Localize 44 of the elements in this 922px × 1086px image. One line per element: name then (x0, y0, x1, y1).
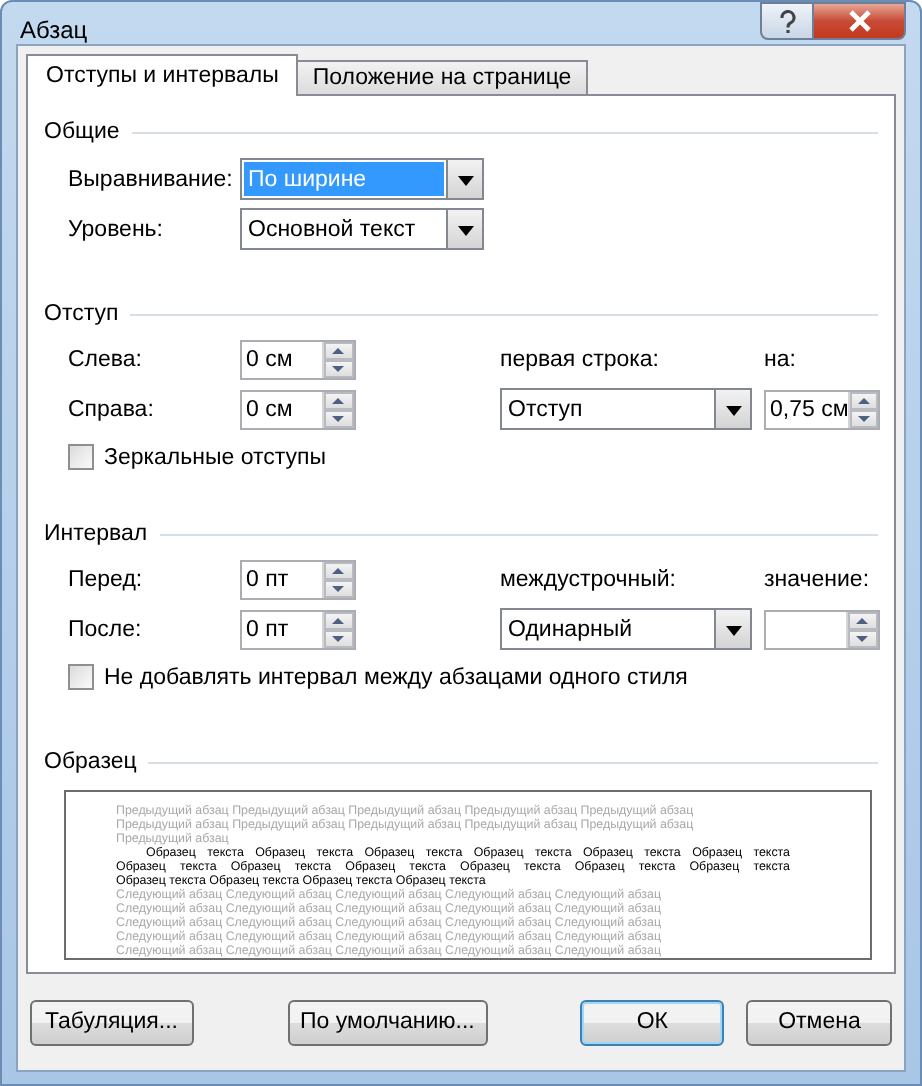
window-title: Абзац (20, 16, 88, 44)
field-label: Слева: (68, 348, 144, 372)
spin-field[interactable]: 0 пт (240, 560, 356, 600)
spinner-arrows-icon[interactable] (322, 342, 354, 378)
field-label: Выравнивание: (68, 167, 235, 191)
section-title: Интервал (44, 522, 148, 546)
checkbox[interactable] (68, 444, 94, 470)
field-label: После: (68, 617, 144, 641)
spinner-arrows-icon[interactable] (322, 611, 354, 647)
spin-field[interactable]: 0,75 см (764, 389, 880, 429)
checkbox-label: Не добавлять интервал между абзацами одного стиля (104, 665, 688, 689)
dialog-button[interactable]: ОК (579, 999, 725, 1045)
spinner-arrows-icon[interactable] (322, 391, 354, 427)
dialog-button[interactable]: Отмена (746, 999, 893, 1045)
field-label: Уровень: (68, 217, 165, 241)
dialog-button[interactable]: По умолчанию... (287, 999, 488, 1045)
dropdown[interactable]: Одинарный (500, 608, 752, 650)
spin-field[interactable]: 0 см (240, 389, 356, 429)
field-label: Справа: (68, 397, 156, 421)
section-title: Образец (44, 750, 137, 774)
checkbox[interactable] (68, 664, 94, 690)
close-button[interactable] (814, 2, 906, 40)
dialog-button[interactable]: Табуляция... (30, 999, 193, 1045)
checkbox-label: Зеркальные отступы (104, 445, 326, 469)
help-icon (777, 9, 797, 33)
help-button[interactable] (760, 2, 814, 40)
field-label: междустрочный: (500, 568, 678, 592)
field-label: первая строка: (500, 348, 662, 372)
dropdown[interactable]: Отступ (500, 388, 752, 430)
tab[interactable]: Положение на странице (296, 60, 588, 94)
spinner-arrows-icon[interactable] (848, 391, 878, 427)
spinner-arrows-icon[interactable] (322, 562, 354, 598)
spin-field[interactable]: 0 см (240, 340, 356, 380)
close-icon (847, 10, 871, 32)
spinner-arrows-icon[interactable] (846, 611, 878, 647)
dropdown[interactable]: Основной текст (240, 208, 484, 250)
section-title: Общие (44, 120, 120, 144)
field-label: Перед: (68, 568, 145, 592)
section-title: Отступ (44, 302, 119, 326)
tab[interactable]: Отступы и интервалы (26, 54, 299, 96)
spin-field[interactable]: 0 пт (240, 609, 356, 649)
field-label: на: (764, 348, 798, 372)
spin-field[interactable] (764, 609, 880, 649)
field-label: значение: (764, 568, 872, 592)
